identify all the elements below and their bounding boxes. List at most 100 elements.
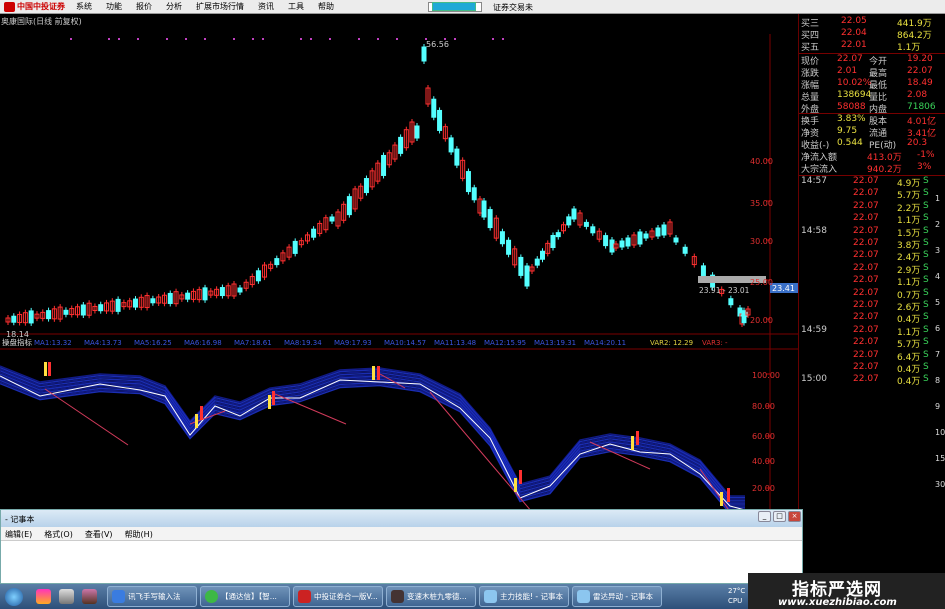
- signal-dot: [252, 38, 254, 40]
- tick-direction: S: [923, 312, 929, 323]
- stat-value: 71806: [907, 102, 936, 112]
- candle-body: [471, 187, 477, 201]
- stat-value: 22.07: [837, 54, 863, 64]
- signal-bar: [727, 488, 730, 502]
- app-icon: [205, 590, 218, 603]
- taskbar-item[interactable]: 变速木桩九零德...: [386, 586, 476, 607]
- side-period-number: 1: [935, 194, 941, 203]
- candle-body: [506, 239, 512, 255]
- taskbar-item[interactable]: 【通达信】【智...: [200, 586, 290, 607]
- notepad-menu-help[interactable]: 帮助(H): [125, 529, 153, 539]
- brand-logo-icon: [4, 1, 15, 12]
- candle-body: [481, 200, 487, 218]
- stat-value: 18.49: [907, 78, 933, 88]
- menu-tools[interactable]: 工具: [281, 1, 311, 12]
- taskbar-item[interactable]: 雷达异动 - 记事本: [572, 586, 662, 607]
- menu-system[interactable]: 系统: [69, 1, 99, 12]
- pinned-app-icon[interactable]: [36, 589, 51, 604]
- notepad-window[interactable]: - 记事本 _ □ × 编辑(E) 格式(O) 查看(V) 帮助(H): [0, 509, 803, 584]
- indicator-var: MA1:13.32: [34, 339, 72, 347]
- menu-function[interactable]: 功能: [99, 1, 129, 12]
- pinned-app-icon[interactable]: [59, 589, 74, 604]
- watermark-url: www.xuezhibiao.com: [778, 597, 897, 608]
- tick-volume: 4.9万: [897, 179, 921, 189]
- candle-body: [655, 227, 661, 237]
- tick-direction: S: [923, 225, 929, 236]
- notepad-icon: [577, 590, 590, 603]
- notepad-menu-edit[interactable]: 编辑(E): [5, 529, 32, 539]
- tick-direction: S: [923, 349, 929, 360]
- tick-direction: S: [923, 238, 929, 248]
- brand-logo: 中国中投证券: [0, 1, 69, 12]
- menu-news[interactable]: 资讯: [251, 1, 281, 12]
- tick-price: 22.07: [853, 188, 879, 199]
- chart-area[interactable]: 56.56 18.14 23.91 - 23.01 23.41 操盘指标 MA1:13.3…: [0, 14, 800, 515]
- pinned-app-icon[interactable]: [82, 589, 97, 604]
- tick-volume: 3.8万: [897, 241, 921, 251]
- candle-body: [46, 310, 52, 320]
- candle-body: [555, 232, 561, 238]
- price-axis-label: 20.00: [750, 316, 773, 325]
- notepad-menu-bar: 编辑(E) 格式(O) 查看(V) 帮助(H): [1, 527, 802, 541]
- tick-price: 22.07: [853, 250, 879, 261]
- trade-link[interactable]: 证券交易未: [493, 2, 533, 13]
- search-box-fill[interactable]: [432, 2, 476, 11]
- signal-dot: [262, 38, 264, 40]
- indicator-axis-label: 60.00: [752, 432, 775, 441]
- indicator-var: MA8:19.34: [284, 339, 322, 347]
- candle-body: [540, 250, 545, 260]
- tick-price: 22.07: [853, 176, 879, 186]
- quote-panel: 买三 22.05 441.9万 买四 22.04 864.2万 买五 22.01 1.1万 现价 2…: [798, 14, 945, 530]
- app-icon: [112, 590, 125, 603]
- signal-bar: [44, 362, 47, 376]
- menu-analysis[interactable]: 分析: [159, 1, 189, 12]
- stat-value: 22.07: [907, 66, 933, 76]
- notepad-menu-view[interactable]: 查看(V): [85, 529, 113, 539]
- taskbar-item[interactable]: 讯飞手写输入法: [107, 586, 197, 607]
- menu-help[interactable]: 帮助: [311, 1, 341, 12]
- tick-volume: 5.7万: [897, 340, 921, 351]
- tick-volume: 6.4万: [897, 352, 921, 363]
- tick-volume: 2.9万: [897, 265, 921, 276]
- candle-body: [499, 231, 505, 245]
- signal-bar: [48, 362, 51, 376]
- candlestick-chart[interactable]: 56.5618.1423.91 - 23.01 23.41操盘指标 MA1:13.3…: [0, 14, 800, 515]
- candle-body: [292, 240, 298, 254]
- candle-body: [590, 226, 596, 234]
- candle-body: [167, 292, 173, 304]
- candle-body: [237, 287, 243, 293]
- signal-bar: [272, 391, 275, 405]
- maximize-icon[interactable]: □: [773, 511, 786, 522]
- tick-volume: 0.4万: [897, 315, 921, 326]
- close-icon[interactable]: ×: [788, 511, 801, 522]
- candle-body: [329, 216, 335, 222]
- taskbar-item[interactable]: 中投证券合一版V...: [293, 586, 383, 607]
- tick-volume: 2.2万: [897, 203, 921, 214]
- signal-bar: [195, 414, 198, 428]
- notepad-menu-format[interactable]: 格式(O): [44, 529, 73, 539]
- indicator-var: MA6:16.98: [184, 339, 222, 347]
- windows-start-icon: [5, 587, 23, 606]
- candle-body: [421, 46, 427, 62]
- indicator-var: MA10:14.57: [384, 339, 426, 347]
- tick-direction: S: [923, 176, 929, 186]
- signal-dot: [492, 38, 494, 40]
- price-axis-label: 40.00: [750, 157, 773, 166]
- candle-body: [437, 109, 443, 131]
- tick-direction: S: [923, 287, 929, 298]
- taskbar-item[interactable]: 主力技能! - 记事本: [479, 586, 569, 607]
- notepad-title-bar[interactable]: - 记事本: [1, 510, 802, 527]
- minimize-icon[interactable]: _: [758, 511, 771, 522]
- tick-direction: S: [923, 275, 929, 286]
- indicator-var: MA9:17.93: [334, 339, 372, 347]
- candle-body: [487, 209, 493, 229]
- candle-body: [700, 265, 706, 277]
- indicator-axis-label: 40.00: [752, 457, 775, 466]
- indicator-axis-label: 20.00: [752, 484, 775, 493]
- start-button[interactable]: [0, 585, 28, 608]
- menu-quote[interactable]: 报价: [129, 1, 159, 12]
- candle-body: [115, 298, 121, 312]
- signal-dot: [310, 38, 312, 40]
- menu-extended-market[interactable]: 扩展市场行情: [189, 1, 251, 12]
- tick-direction: S: [923, 362, 929, 372]
